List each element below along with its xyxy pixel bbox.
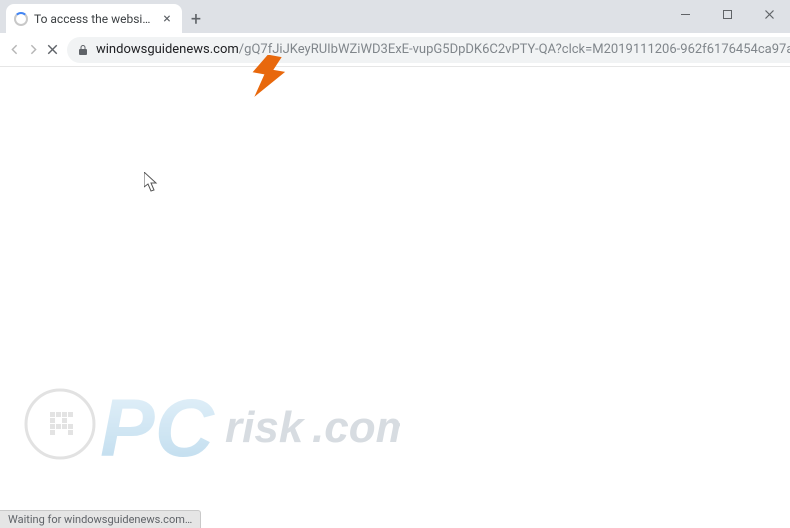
window-controls: [664, 0, 790, 28]
close-window-button[interactable]: [748, 0, 790, 28]
lock-icon: [77, 44, 89, 56]
toolbar: windowsguidenews.com/gQ7fJiJKeyRUIbWZiWD…: [0, 33, 790, 67]
page-viewport: PC risk .com: [0, 67, 790, 508]
tab-strip: To access the website content, cli × +: [0, 0, 790, 33]
address-bar[interactable]: windowsguidenews.com/gQ7fJiJKeyRUIbWZiWD…: [67, 37, 790, 63]
url-text: windowsguidenews.com/gQ7fJiJKeyRUIbWZiWD…: [96, 42, 790, 57]
stop-reload-button[interactable]: [44, 35, 61, 65]
watermark-com-text: .com: [312, 403, 400, 452]
browser-tab[interactable]: To access the website content, cli ×: [6, 4, 182, 33]
status-bar: Waiting for windowsguidenews.com…: [0, 510, 201, 528]
minimize-button[interactable]: [664, 0, 706, 28]
new-tab-button[interactable]: +: [182, 5, 210, 33]
url-domain: windowsguidenews.com: [96, 42, 239, 57]
back-button[interactable]: [6, 35, 23, 65]
close-tab-button[interactable]: ×: [160, 12, 174, 26]
watermark-pc-text: PC: [100, 383, 216, 474]
maximize-button[interactable]: [706, 0, 748, 28]
watermark-risk-text: risk: [225, 403, 306, 452]
pcrisk-watermark: PC risk .com: [20, 364, 400, 488]
url-path: /gQ7fJiJKeyRUIbWZiWD3ExE-vupG5DpDK6C2vPT…: [239, 42, 790, 57]
loading-spinner-icon: [14, 12, 28, 26]
forward-button[interactable]: [25, 35, 42, 65]
tab-title: To access the website content, cli: [34, 12, 154, 26]
